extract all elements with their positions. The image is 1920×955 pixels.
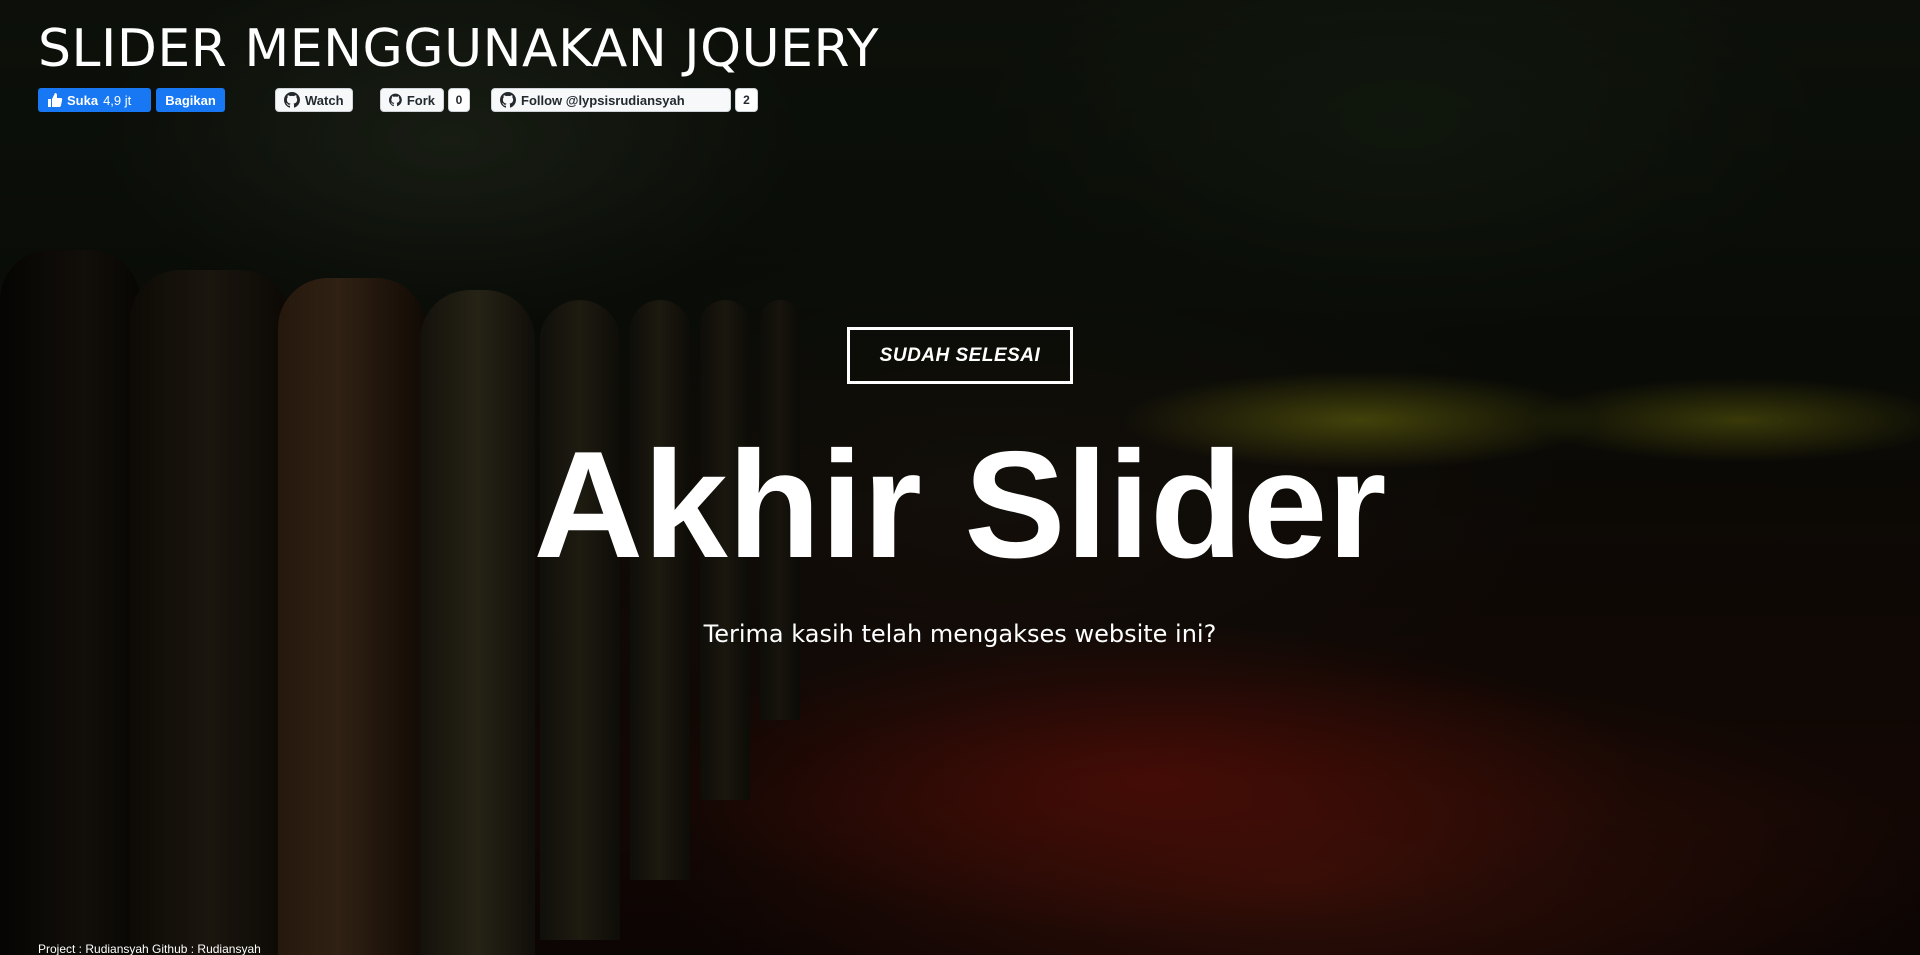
facebook-like-button[interactable]: Suka 4,9 jt bbox=[38, 88, 151, 112]
github-icon bbox=[284, 92, 300, 108]
slide-subtitle: Terima kasih telah mengakses website ini… bbox=[703, 620, 1217, 648]
slide-title: Akhir Slider bbox=[533, 420, 1387, 590]
github-fork-count[interactable]: 0 bbox=[448, 88, 470, 112]
facebook-share-button[interactable]: Bagikan bbox=[156, 88, 225, 112]
github-follow-button[interactable]: Follow @lypsisrudiansyah bbox=[491, 88, 731, 112]
github-watch-label: Watch bbox=[305, 92, 344, 108]
github-watch-button[interactable]: Watch bbox=[275, 88, 353, 112]
github-icon bbox=[389, 93, 402, 107]
thumbs-up-icon bbox=[48, 93, 63, 107]
facebook-like-count: 4,9 jt bbox=[103, 92, 132, 108]
github-icon bbox=[500, 92, 516, 108]
facebook-share-label: Bagikan bbox=[165, 92, 216, 108]
slider-background: SLIDER MENGGUNAKAN JQUERY Suka 4,9 jt Ba… bbox=[0, 0, 1920, 955]
status-badge: SUDAH SELESAI bbox=[847, 327, 1073, 384]
github-follow-label: Follow @lypsisrudiansyah bbox=[521, 92, 685, 108]
page-title: SLIDER MENGGUNAKAN JQUERY bbox=[38, 19, 880, 79]
footer-credit: Project : Rudiansyah Github : Rudiansyah bbox=[38, 942, 261, 955]
github-fork-button[interactable]: Fork bbox=[380, 88, 444, 112]
facebook-like-label: Suka bbox=[67, 92, 99, 108]
github-follow-count[interactable]: 2 bbox=[735, 88, 758, 112]
github-fork-label: Fork bbox=[406, 92, 435, 108]
